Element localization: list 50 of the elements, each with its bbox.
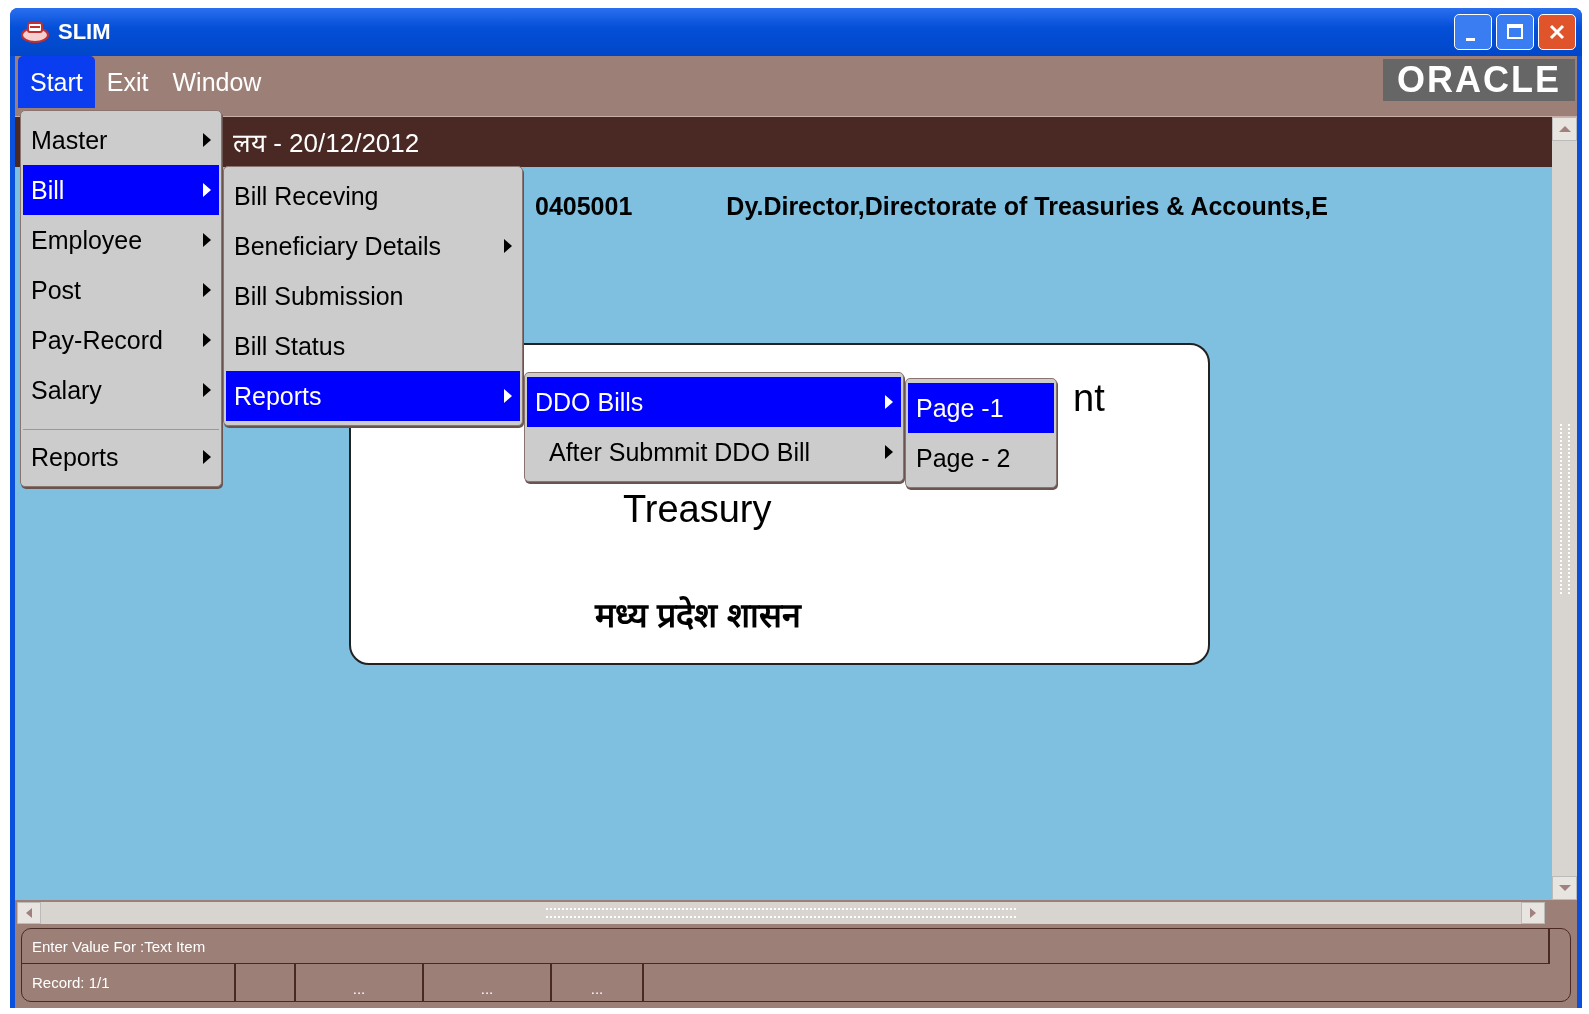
vertical-scrollbar[interactable] [1552, 117, 1577, 900]
menu-item[interactable]: Post [23, 265, 219, 315]
up-arrow-icon [1557, 125, 1572, 133]
menu-item[interactable]: Beneficiary Details [226, 221, 520, 271]
status-field: ... [296, 964, 424, 1001]
window-title: SLIM [58, 19, 111, 45]
close-button[interactable] [1538, 14, 1576, 50]
horizontal-scrollbar[interactable] [17, 902, 1545, 924]
menu-item[interactable]: After Submmit DDO Bill [527, 427, 901, 477]
menu-item[interactable]: Bill Submission [226, 271, 520, 321]
record-count: Record: 1/1 [22, 964, 236, 1001]
menu-item[interactable]: Master [23, 115, 219, 165]
scroll-left-button[interactable] [17, 902, 41, 924]
menu-item[interactable]: Page -1 [908, 383, 1054, 433]
menu-item[interactable]: Window [160, 56, 274, 108]
menu-item[interactable]: Reports [23, 432, 219, 482]
minimize-icon [1465, 37, 1475, 41]
menu-item[interactable]: Reports [226, 371, 520, 421]
close-icon [1548, 23, 1566, 41]
menu-item[interactable]: Pay-Record [23, 315, 219, 365]
card-title: Treasury [623, 488, 773, 531]
app-icon [20, 20, 50, 44]
office-name: Dy.Director,Directorate of Treasuries & Accounts,E [726, 191, 1328, 221]
office-code: 0405001 [535, 191, 633, 221]
minimize-button[interactable] [1454, 14, 1492, 50]
menu-item[interactable]: Exit [94, 56, 161, 108]
left-arrow-icon [25, 907, 33, 919]
menu-item[interactable]: Bill Status [226, 321, 520, 371]
menu-item[interactable]: Bill Receving [226, 171, 520, 221]
right-arrow-icon [1529, 907, 1537, 919]
menu-item[interactable]: Bill [23, 165, 219, 215]
scroll-right-button[interactable] [1521, 902, 1545, 924]
scroll-grip-icon [546, 908, 1016, 918]
status-field: ... [552, 964, 644, 1001]
scroll-down-button[interactable] [1552, 876, 1577, 900]
scroll-grip-icon [1559, 423, 1570, 594]
card-text: nt [1073, 377, 1106, 420]
menu-item[interactable]: Salary [23, 365, 219, 415]
status-message: Enter Value For :Text Item [32, 937, 206, 955]
menu-item[interactable]: Start [18, 56, 95, 108]
scroll-up-button[interactable] [1552, 117, 1577, 141]
status-field: ... [424, 964, 552, 1001]
menu-item[interactable]: Employee [23, 215, 219, 265]
maximize-icon [1506, 23, 1524, 41]
maximize-button[interactable] [1496, 14, 1534, 50]
menu-item[interactable]: Page - 2 [908, 433, 1054, 483]
card-subtitle: मध्य प्रदेश शासन [595, 595, 803, 636]
logo: ORACLE [1383, 59, 1575, 101]
menu-item[interactable]: DDO Bills [527, 377, 901, 427]
down-arrow-icon [1557, 884, 1572, 892]
